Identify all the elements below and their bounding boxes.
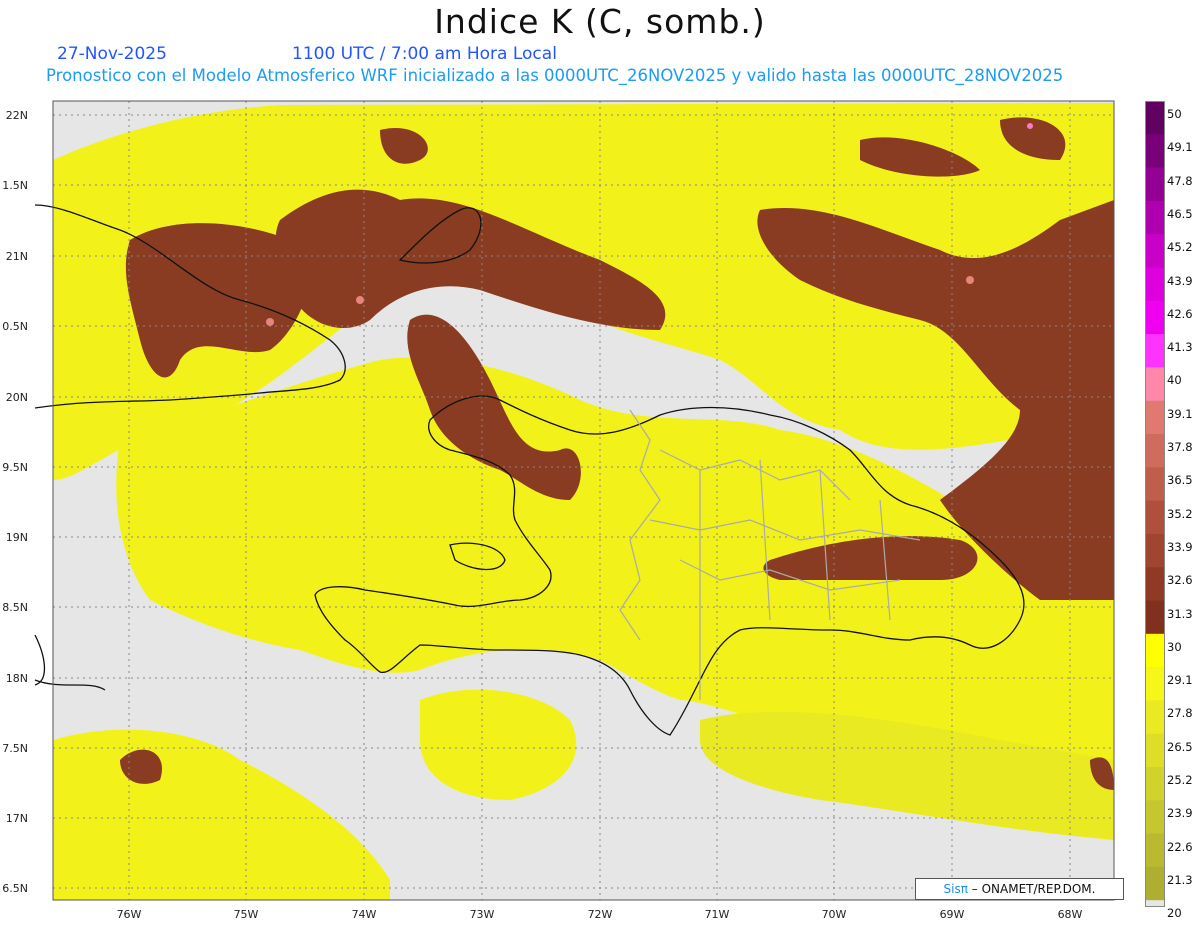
color-scale-segment [1145,234,1165,268]
color-scale-label: 33.9 [1167,539,1193,554]
color-scale-label: 46.5 [1167,206,1193,221]
color-scale-segment [1145,300,1165,335]
color-scale-segment [1145,167,1165,202]
lon-label: 75W [233,908,259,921]
color-scale-label: 21.3 [1167,872,1193,887]
k-max-spot [1027,123,1033,129]
color-scale-segment [1145,267,1165,302]
lat-label: 19N [5,531,28,544]
color-scale-label: 42.6 [1167,306,1193,321]
lat-label: 9.5N [2,461,28,474]
color-scale-segment [1145,200,1165,235]
color-scale-segment [1145,467,1165,502]
color-scale-label: 39.1 [1167,406,1193,421]
color-scale-label: 30 [1167,639,1182,654]
color-scale-label: 35.2 [1167,506,1193,521]
lon-label: 70W [821,908,847,921]
lon-label: 69W [939,908,965,921]
color-scale-bar [1145,101,1165,907]
color-scale-label: 31.3 [1167,606,1193,621]
lon-label: 71W [704,908,730,921]
color-scale-segment [1145,767,1165,801]
color-scale-segment [1145,334,1165,368]
lat-label: 18N [5,672,28,685]
color-scale-segment [1145,667,1165,701]
color-scale-segment [1145,400,1165,435]
color-scale-label: 25.2 [1167,773,1193,787]
lat-label: 1.5N [2,179,28,192]
color-scale-label: 36.5 [1167,473,1193,488]
lat-label: 8.5N [2,601,28,614]
color-scale-label: 50 [1167,107,1182,121]
k-index-map [34,100,1115,901]
color-scale-label: 40 [1167,373,1182,388]
lat-label: 7.5N [2,742,28,755]
color-scale-segment [1145,434,1165,468]
color-scale-label: 29.1 [1167,673,1193,688]
color-scale-segment [1145,800,1165,835]
credit-box: Sisπ – ONAMET/REP.DOM. [915,878,1124,900]
lon-label: 73W [469,908,495,921]
lon-label: 68W [1057,908,1083,921]
lat-label: 6.5N [2,882,28,895]
color-scale-segment [1145,567,1165,601]
sispi-brand: Sisπ [943,882,968,896]
color-scale-segment [1145,367,1165,402]
color-scale-label: 22.6 [1167,839,1193,854]
color-scale-label: 45.2 [1167,240,1193,255]
jamaica-west-coastline [34,634,46,686]
color-scale-segment [1145,134,1165,169]
color-scale-segment [1145,101,1165,135]
color-scale-segment [1145,500,1165,535]
color-scale-label: 27.8 [1167,706,1193,721]
color-scale-label: 23.9 [1167,806,1193,821]
k-max-spot [266,318,274,326]
color-scale-label: 49.1 [1167,140,1193,155]
color-scale-segment [1145,700,1165,735]
lat-label: 0.5N [2,320,28,333]
color-scale-segment [1145,533,1165,568]
color-scale-label: 37.8 [1167,440,1193,454]
credit-text: – ONAMET/REP.DOM. [967,882,1096,896]
lat-label: 20N [5,391,28,404]
lat-label: 22N [5,109,28,122]
color-scale-label: 47.8 [1167,173,1193,188]
lat-label: 17N [5,812,28,825]
k-max-spot [966,276,974,284]
lat-label: 21N [5,250,28,263]
color-scale-segment [1145,733,1165,768]
k-max-spot [356,296,364,304]
color-scale-label: 32.6 [1167,573,1193,588]
color-scale-label: 26.5 [1167,739,1193,754]
color-scale-segment [1145,900,1165,907]
color-scale-segment [1145,633,1165,668]
color-scale-label: 43.9 [1167,273,1193,288]
lon-label: 72W [587,908,613,921]
color-scale-label: 20 [1167,906,1182,921]
lon-label: 74W [351,908,377,921]
lon-label: 76W [116,908,142,921]
color-scale-segment [1145,833,1165,868]
color-scale-segment [1145,866,1165,901]
color-scale-segment [1145,600,1165,635]
color-scale-label: 41.3 [1167,340,1193,355]
